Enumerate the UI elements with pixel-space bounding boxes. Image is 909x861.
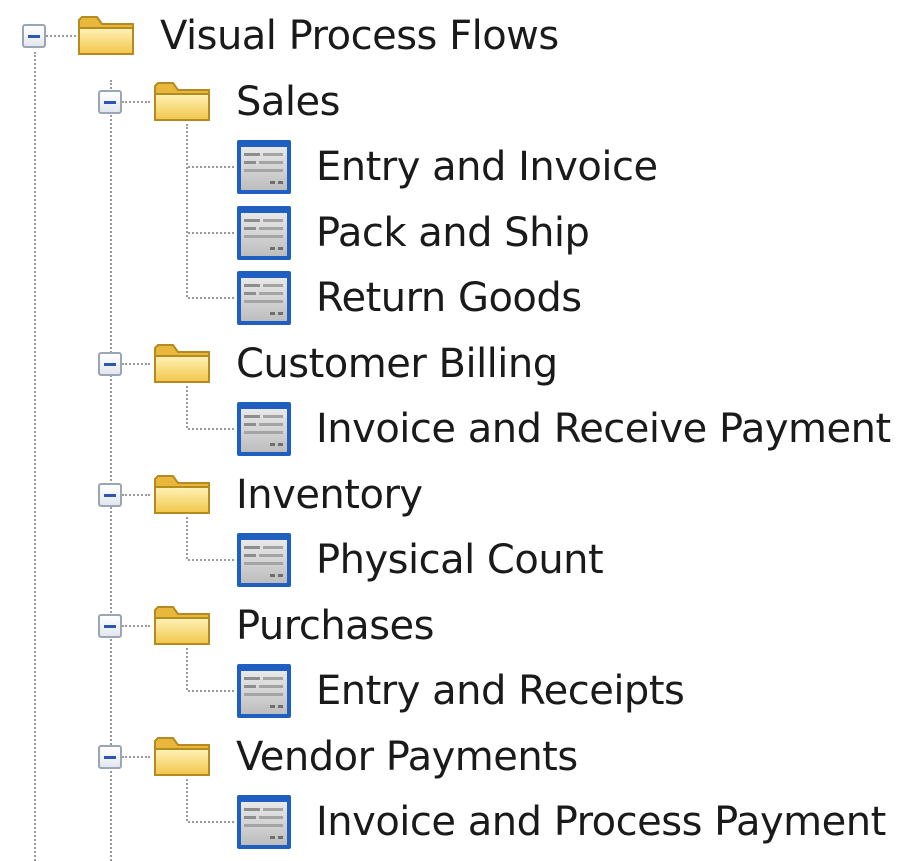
form-icon <box>234 661 294 721</box>
process-label: Entry and Invoice <box>316 144 658 190</box>
tree-node-folder[interactable]: Vendor Payments <box>0 725 909 789</box>
folder-collapse-toggle[interactable] <box>98 90 122 114</box>
item-connector <box>188 166 234 168</box>
tree-node-process[interactable]: Entry and Receipts <box>0 659 909 723</box>
folder-icon <box>152 733 212 779</box>
form-icon <box>234 203 294 263</box>
tree-node-folder[interactable]: Purchases <box>0 594 909 658</box>
item-connector <box>188 559 234 561</box>
tree-node-root[interactable]: Visual Process Flows <box>0 4 909 68</box>
root-connector <box>46 35 76 37</box>
folder-connector <box>122 625 150 627</box>
form-icon <box>234 530 294 590</box>
item-connector <box>188 821 234 823</box>
folder-connector <box>122 494 150 496</box>
folder-icon <box>152 471 212 517</box>
tree-node-process[interactable]: Invoice and Receive Payment <box>0 397 909 461</box>
folder-collapse-toggle[interactable] <box>98 745 122 769</box>
root-collapse-toggle[interactable] <box>22 24 46 48</box>
folder-collapse-toggle[interactable] <box>98 483 122 507</box>
folder-icon <box>152 78 212 124</box>
folder-label: Sales <box>236 79 340 125</box>
process-flow-tree: Visual Process Flows Sales Entry and Inv… <box>0 0 909 861</box>
form-icon <box>234 137 294 197</box>
item-connector <box>188 428 234 430</box>
tree-node-folder[interactable]: Sales <box>0 70 909 134</box>
folder-icon <box>152 602 212 648</box>
tree-node-process[interactable]: Entry and Invoice <box>0 135 909 199</box>
tree-node-process[interactable]: Physical Count <box>0 528 909 592</box>
folder-connector <box>122 101 150 103</box>
process-label: Pack and Ship <box>316 210 590 256</box>
folder-label: Inventory <box>236 472 423 518</box>
process-label: Physical Count <box>316 537 604 583</box>
item-connector <box>188 690 234 692</box>
process-label: Entry and Receipts <box>316 668 685 714</box>
folder-connector <box>122 756 150 758</box>
process-label: Return Goods <box>316 275 582 321</box>
process-label: Invoice and Receive Payment <box>316 406 891 452</box>
folder-icon <box>76 12 136 58</box>
form-icon <box>234 792 294 852</box>
form-icon <box>234 268 294 328</box>
folder-connector <box>122 363 150 365</box>
item-connector <box>188 297 234 299</box>
folder-icon <box>152 340 212 386</box>
tree-node-process[interactable]: Pack and Ship <box>0 201 909 265</box>
item-connector <box>188 232 234 234</box>
folder-label: Customer Billing <box>236 341 558 387</box>
folder-collapse-toggle[interactable] <box>98 352 122 376</box>
folder-label: Purchases <box>236 603 434 649</box>
folder-collapse-toggle[interactable] <box>98 614 122 638</box>
tree-node-folder[interactable]: Inventory <box>0 463 909 527</box>
tree-node-folder[interactable]: Customer Billing <box>0 332 909 396</box>
tree-node-process[interactable]: Return Goods <box>0 266 909 330</box>
folder-label: Vendor Payments <box>236 734 578 780</box>
form-icon <box>234 399 294 459</box>
process-label: Invoice and Process Payment <box>316 799 886 845</box>
tree-node-process[interactable]: Invoice and Process Payment <box>0 790 909 854</box>
root-label: Visual Process Flows <box>160 13 559 59</box>
